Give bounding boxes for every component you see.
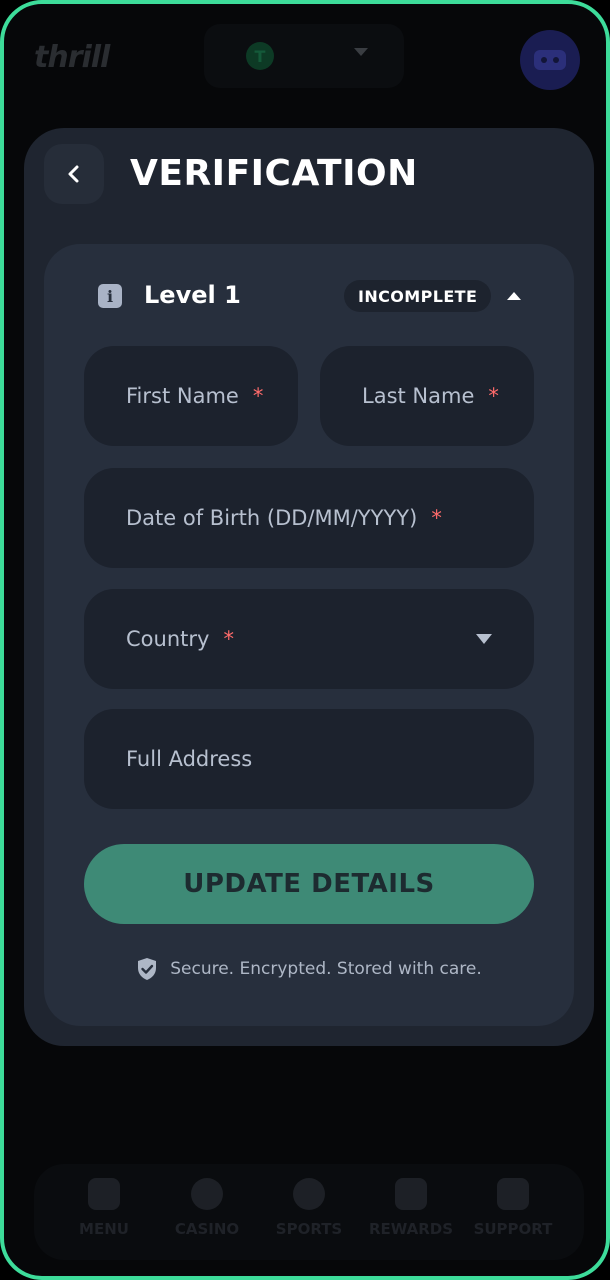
nav-label: CASINO	[174, 1220, 240, 1238]
required-mark: *	[488, 384, 499, 408]
status-badge: INCOMPLETE	[344, 280, 492, 312]
chevron-left-icon	[68, 165, 79, 183]
nav-label: SUPPORT	[473, 1220, 553, 1238]
menu-icon	[88, 1178, 120, 1210]
chevron-down-icon	[476, 634, 492, 644]
verification-modal: VERIFICATION i Level 1 INCOMPLETE First …	[24, 128, 594, 1046]
bottom-nav: MENU CASINO SPORTS REWARDS SUPPORT	[34, 1164, 584, 1260]
nav-item-support[interactable]: SUPPORT	[463, 1178, 563, 1250]
update-details-button[interactable]: UPDATE DETAILS	[84, 844, 534, 924]
brand-logo[interactable]: thrill	[34, 40, 110, 75]
date-of-birth-label: Date of Birth (DD/MM/YYYY)	[126, 506, 418, 530]
nav-item-casino[interactable]: CASINO	[157, 1178, 257, 1250]
page-title: VERIFICATION	[130, 153, 418, 194]
soccer-ball-icon	[293, 1178, 325, 1210]
last-name-field[interactable]: Last Name *	[320, 346, 534, 446]
required-mark: *	[252, 384, 264, 408]
shield-check-icon	[138, 958, 157, 980]
info-icon: i	[98, 284, 122, 308]
chevron-down-icon	[354, 48, 368, 56]
robot-avatar-icon	[534, 50, 566, 70]
first-name-label: First Name	[126, 384, 239, 408]
spade-icon	[191, 1178, 223, 1210]
secure-note-text: Secure. Encrypted. Stored with care.	[170, 959, 482, 979]
user-avatar[interactable]	[520, 30, 580, 90]
nav-label: MENU	[79, 1220, 129, 1238]
nav-item-rewards[interactable]: REWARDS	[361, 1178, 461, 1250]
nav-item-sports[interactable]: SPORTS	[259, 1178, 359, 1250]
country-label: Country	[126, 627, 210, 651]
level-card: i Level 1 INCOMPLETE First Name * Last N…	[44, 244, 574, 1026]
secure-note: Secure. Encrypted. Stored with care.	[44, 954, 574, 984]
full-address-label: Full Address	[126, 747, 253, 771]
chat-icon	[497, 1178, 529, 1210]
chevron-up-icon	[507, 292, 521, 300]
wallet-selector[interactable]	[204, 24, 404, 88]
required-mark: *	[223, 627, 234, 651]
coin-icon: T	[246, 42, 274, 70]
collapse-button[interactable]	[504, 288, 524, 304]
level-header[interactable]: i Level 1 INCOMPLETE	[44, 244, 574, 344]
country-select[interactable]: Country *	[84, 589, 534, 689]
nav-item-menu[interactable]: MENU	[54, 1178, 154, 1250]
app-frame: thrill T VERIFICATION i Level 1 INCOMPLE…	[0, 0, 610, 1280]
nav-label: SPORTS	[275, 1220, 343, 1238]
gift-icon	[395, 1178, 427, 1210]
top-bar: thrill T	[4, 4, 606, 124]
nav-label: REWARDS	[368, 1220, 454, 1238]
required-mark: *	[431, 506, 442, 530]
first-name-field[interactable]: First Name *	[84, 346, 298, 446]
back-button[interactable]	[44, 144, 104, 204]
level-title: Level 1	[144, 281, 241, 309]
last-name-label: Last Name	[362, 384, 475, 408]
date-of-birth-field[interactable]: Date of Birth (DD/MM/YYYY) *	[84, 468, 534, 568]
full-address-field[interactable]: Full Address	[84, 709, 534, 809]
